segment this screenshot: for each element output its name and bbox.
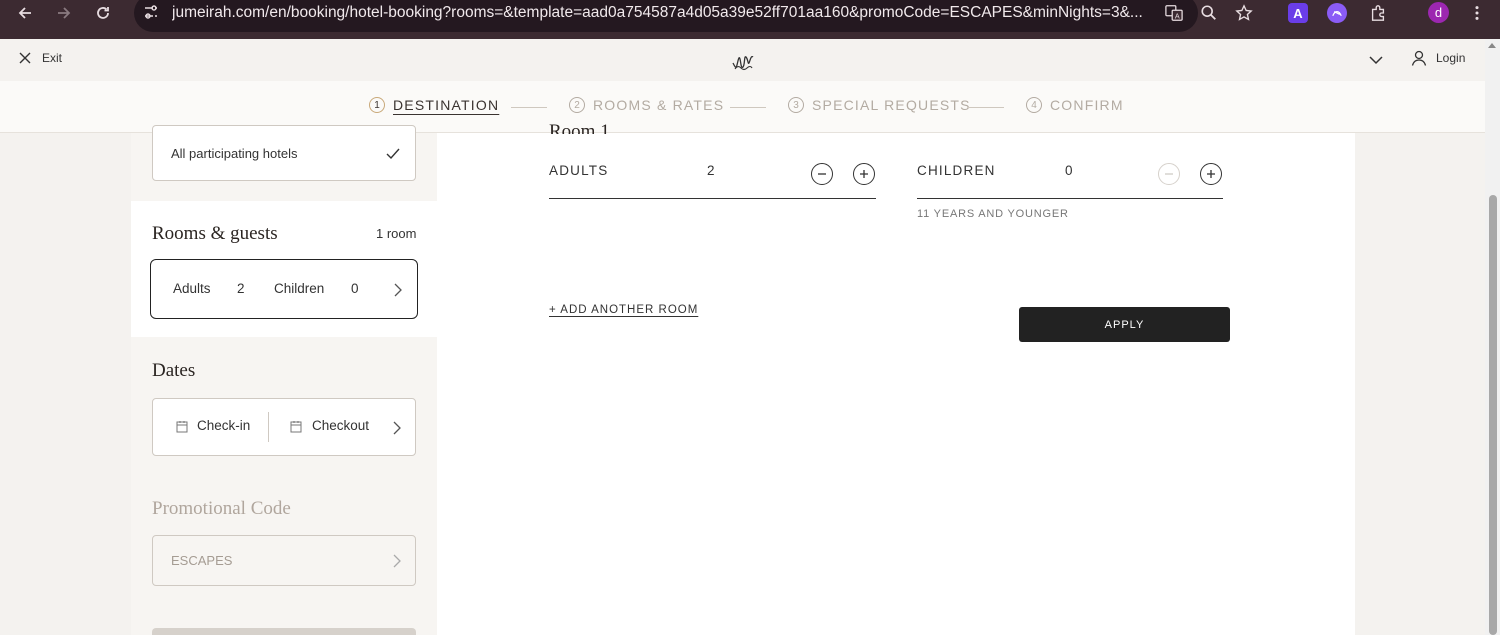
close-icon — [19, 52, 31, 64]
step-label: CONFIRM — [1050, 97, 1124, 113]
children-value: 0 — [351, 281, 359, 296]
page-scrollbar[interactable] — [1485, 39, 1500, 635]
hotel-select[interactable]: All participating hotels — [152, 125, 416, 181]
chevron-right-icon — [393, 421, 401, 435]
promo-code-value: ESCAPES — [171, 553, 233, 568]
browser-toolbar: jumeirah.com/en/booking/hotel-booking?ro… — [0, 0, 1500, 39]
reload-icon[interactable] — [84, 0, 122, 26]
scroll-up-icon[interactable] — [1488, 43, 1496, 48]
dates-title: Dates — [152, 360, 196, 381]
children-increase-button[interactable] — [1200, 163, 1222, 185]
rooms-count: 1 room — [376, 226, 417, 241]
step-confirm: 4 CONFIRM — [1026, 97, 1124, 113]
plus-icon — [1207, 170, 1215, 178]
checkout-label[interactable]: Checkout — [312, 418, 369, 433]
minus-icon — [1165, 173, 1173, 175]
url-text[interactable]: jumeirah.com/en/booking/hotel-booking?ro… — [172, 4, 1147, 22]
step-divider — [730, 107, 766, 108]
extension-a-icon[interactable]: A — [1288, 3, 1308, 23]
site-header: Exit Login — [0, 39, 1485, 81]
step-number: 2 — [569, 97, 585, 113]
translate-icon[interactable]: A — [1163, 2, 1185, 24]
zoom-icon[interactable] — [1198, 2, 1220, 24]
profile-avatar[interactable]: d — [1428, 2, 1449, 23]
add-another-room-link[interactable]: + ADD ANOTHER ROOM — [549, 304, 698, 316]
rooms-guests-title: Rooms & guests — [152, 223, 278, 244]
chevron-right-icon — [393, 554, 401, 568]
jumeirah-logo-icon[interactable] — [729, 47, 757, 75]
room-heading: Room 1 — [549, 124, 610, 134]
adults-counter-label: ADULTS — [549, 163, 609, 178]
site-info-icon[interactable] — [142, 3, 160, 21]
children-counter-label: CHILDREN — [917, 163, 996, 178]
menu-dots-icon[interactable] — [1466, 2, 1488, 24]
adults-label: Adults — [173, 281, 211, 296]
hotel-select-value: All participating hotels — [171, 146, 298, 161]
search-button[interactable] — [152, 628, 416, 635]
step-label: SPECIAL REQUESTS — [812, 97, 971, 113]
dates-selector[interactable]: Check-in Checkout — [152, 398, 416, 456]
step-destination[interactable]: 1 DESTINATION — [369, 97, 499, 113]
calendar-icon — [176, 421, 188, 433]
svg-text:A: A — [1175, 11, 1180, 20]
adults-decrease-button[interactable] — [811, 163, 833, 185]
step-special-requests: 3 SPECIAL REQUESTS — [788, 97, 971, 113]
login-button[interactable]: Login — [1410, 49, 1465, 67]
room-editor-panel — [437, 133, 1355, 635]
step-number: 4 — [1026, 97, 1042, 113]
children-counter-value: 0 — [1065, 163, 1073, 178]
plus-icon — [860, 170, 868, 178]
step-number: 3 — [788, 97, 804, 113]
step-rooms-rates: 2 ROOMS & RATES — [569, 97, 724, 113]
check-icon — [386, 148, 400, 160]
chevron-right-icon — [394, 283, 402, 297]
adults-underline — [549, 198, 876, 199]
login-label: Login — [1436, 51, 1466, 65]
adults-increase-button[interactable] — [853, 163, 875, 185]
extensions-puzzle-icon[interactable] — [1367, 2, 1389, 24]
promo-code-field[interactable]: ESCAPES — [152, 535, 416, 586]
bookmark-star-icon[interactable] — [1233, 2, 1255, 24]
adults-value: 2 — [237, 281, 245, 296]
dates-divider — [268, 412, 269, 442]
step-label: ROOMS & RATES — [593, 97, 725, 113]
user-icon — [1411, 50, 1427, 66]
step-divider — [511, 107, 547, 108]
guests-selector[interactable]: Adults 2 Children 0 — [150, 259, 418, 319]
calendar-icon — [290, 421, 302, 433]
checkin-label[interactable]: Check-in — [197, 418, 250, 433]
apply-button[interactable]: APPLY — [1019, 307, 1230, 342]
back-icon[interactable] — [6, 0, 44, 26]
forward-icon[interactable] — [45, 0, 83, 26]
step-label: DESTINATION — [393, 97, 500, 113]
children-decrease-button[interactable] — [1158, 163, 1180, 185]
adults-counter-value: 2 — [707, 163, 715, 178]
scroll-thumb[interactable] — [1489, 195, 1497, 635]
chevron-down-icon[interactable] — [1368, 53, 1384, 67]
children-age-helper: 11 YEARS AND YOUNGER — [917, 208, 1069, 220]
extension-ai-icon[interactable] — [1327, 3, 1347, 23]
exit-label: Exit — [42, 51, 63, 65]
children-underline — [917, 198, 1223, 199]
exit-button[interactable]: Exit — [18, 51, 62, 65]
step-divider — [968, 107, 1004, 108]
promo-code-title: Promotional Code — [152, 498, 291, 519]
step-number: 1 — [369, 97, 385, 113]
minus-icon — [818, 173, 826, 175]
children-label: Children — [274, 281, 325, 296]
